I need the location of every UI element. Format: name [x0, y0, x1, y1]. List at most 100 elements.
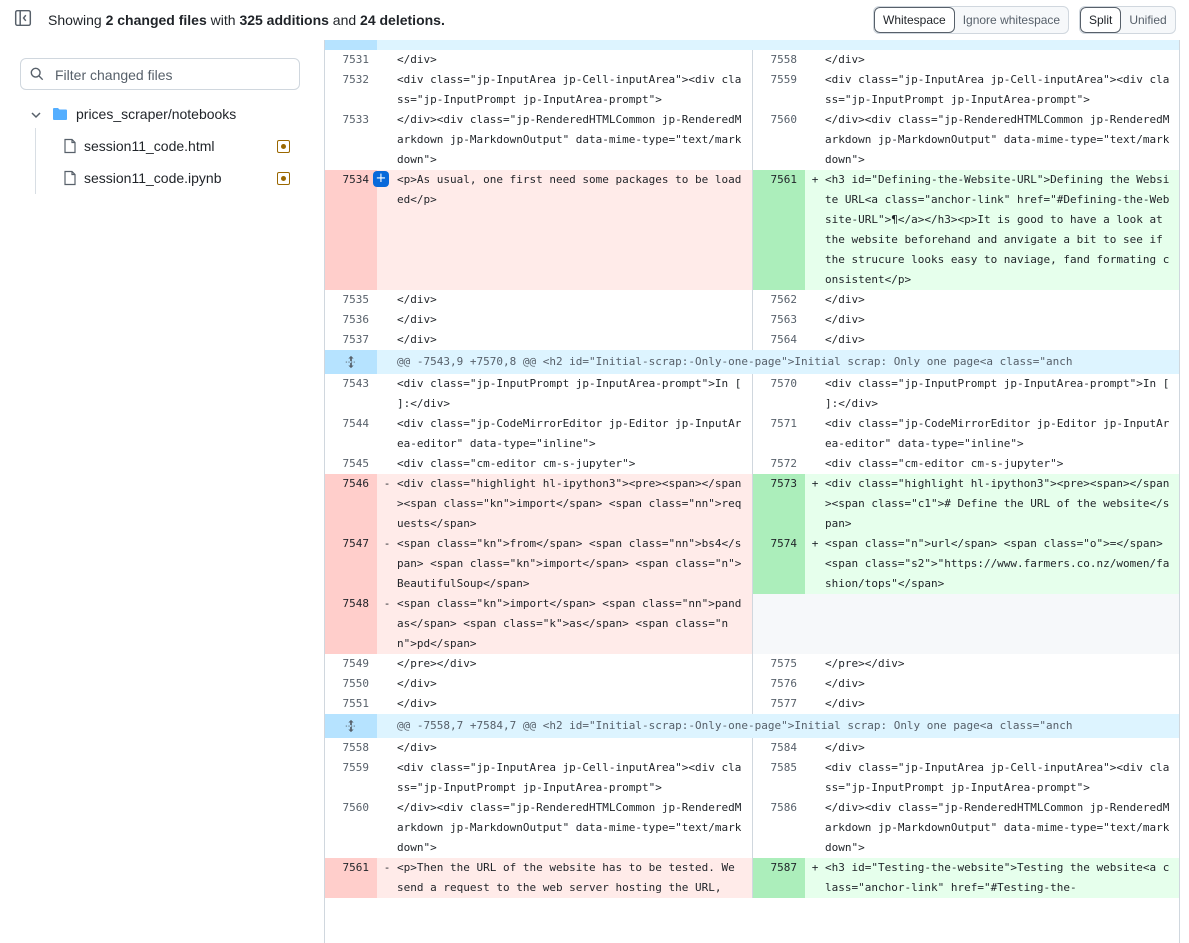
line-number-right[interactable]: 7586	[753, 798, 805, 858]
code-left: <p>As usual, one first need some package…	[397, 173, 742, 206]
sidebar-toggle-icon[interactable]	[14, 9, 32, 27]
line-number-right[interactable]: 7564	[753, 330, 805, 350]
file-item-html[interactable]: session11_code.html	[60, 136, 300, 158]
deletions-count: 24 deletions.	[360, 12, 445, 28]
expand-icon[interactable]	[325, 714, 377, 738]
code-left: <div class="jp-InputPrompt jp-InputArea-…	[397, 377, 748, 410]
line-number-left[interactable]: 7532	[325, 70, 377, 110]
diff-toolbar: Showing 2 changed files with 325 additio…	[0, 0, 1189, 40]
line-number-right[interactable]: 7560	[753, 110, 805, 170]
code-left: <span class="kn">import</span> <span cla…	[397, 597, 742, 650]
line-number-right[interactable]: 7576	[753, 674, 805, 694]
folder-item[interactable]: prices_scraper/notebooks	[28, 104, 298, 126]
deleted-line: 7561- <p>Then the URL of the website has …	[325, 858, 752, 898]
context-line: 7558 </div>	[752, 50, 1179, 70]
diff-sign: +	[811, 477, 819, 490]
code-right: <div class="jp-CodeMirrorEditor jp-Edito…	[825, 417, 1170, 450]
code-right: <h3 id="Defining-the-Website-URL">Defini…	[825, 173, 1170, 286]
line-number-right[interactable]: 7558	[753, 50, 805, 70]
file-item-ipynb[interactable]: session11_code.ipynb	[60, 168, 300, 190]
diff-sign	[805, 454, 825, 474]
line-number-left[interactable]: 7549	[325, 654, 377, 674]
line-number-left[interactable]: 7543	[325, 374, 377, 414]
context-line: 7559 <div class="jp-InputArea jp-Cell-inp…	[325, 758, 752, 798]
add-comment-button[interactable]: +	[373, 171, 389, 187]
line-number-left[interactable]: 7536	[325, 310, 377, 330]
expand-icon[interactable]	[325, 350, 377, 374]
context-line: 7544 <div class="jp-CodeMirrorEditor jp-E…	[325, 414, 752, 454]
diff-row: 7537 </div> 7564 </div>	[325, 330, 1179, 350]
code-right: <div class="highlight hl-ipython3"><pre>…	[825, 477, 1170, 530]
line-number-left[interactable]: 7560	[325, 798, 377, 858]
line-number-right[interactable]: 7570	[753, 374, 805, 414]
line-number-left[interactable]: 7548	[325, 594, 377, 654]
deleted-line: 7548- <span class="kn">import</span> <spa…	[325, 594, 752, 654]
diff-sign	[377, 110, 397, 170]
line-number-right[interactable]: 7574	[753, 534, 805, 594]
line-number-right[interactable]: 7563	[753, 310, 805, 330]
expand-icon[interactable]	[325, 40, 377, 50]
line-number-left[interactable]: 7537	[325, 330, 377, 350]
line-number-right[interactable]: 7584	[753, 738, 805, 758]
diff-sign	[377, 694, 397, 714]
ignore-whitespace-button[interactable]: Ignore whitespace	[955, 7, 1068, 33]
line-number-left[interactable]: 7533	[325, 110, 377, 170]
diff-sign: -	[383, 597, 391, 610]
deleted-line: 7546- <div class="highlight hl-ipython3">…	[325, 474, 752, 534]
line-number-right[interactable]: 7561	[753, 170, 805, 290]
line-number-left[interactable]: 7550	[325, 674, 377, 694]
diff-row: 7550 </div> 7576 </div>	[325, 674, 1179, 694]
diff-sign	[805, 654, 825, 674]
line-number-left[interactable]: 7534 +	[325, 170, 389, 290]
diff-sign	[377, 374, 397, 414]
split-button[interactable]: Split	[1080, 7, 1122, 33]
context-line: 7577 </div>	[752, 694, 1179, 714]
folder-label: prices_scraper/notebooks	[76, 106, 237, 122]
empty-line	[752, 594, 1179, 654]
line-number-right[interactable]: 7572	[753, 454, 805, 474]
unified-button[interactable]: Unified	[1121, 7, 1174, 33]
file-icon	[64, 138, 76, 154]
line-number-left[interactable]: 7535	[325, 290, 377, 310]
line-number-left[interactable]: 7551	[325, 694, 377, 714]
line-number-left[interactable]: 7545	[325, 454, 377, 474]
code-left: </div><div class="jp-RenderedHTMLCommon …	[397, 113, 742, 166]
code-right: </div>	[825, 677, 865, 690]
diff-sign	[805, 414, 825, 454]
diff-sign: -	[377, 170, 397, 290]
diff-sign	[377, 50, 397, 70]
code-left: <div class="jp-InputArea jp-Cell-inputAr…	[397, 73, 742, 106]
diff-row: 7547- <span class="kn">from</span> <span …	[325, 534, 1179, 594]
line-number-right[interactable]: 7571	[753, 414, 805, 454]
diff-sign	[377, 310, 397, 330]
tree-guide-line	[35, 128, 36, 194]
added-line: 7561 + <h3 id="Defining-the-Website-URL">D…	[752, 170, 1179, 290]
modified-file-icon	[277, 140, 290, 153]
line-number-left[interactable]: 7559	[325, 758, 377, 798]
line-number-right[interactable]: 7559	[753, 70, 805, 110]
diff-sign	[377, 798, 397, 858]
diff-row: 7551 </div> 7577 </div>	[325, 694, 1179, 714]
line-number-left[interactable]: 7558	[325, 738, 377, 758]
line-number-right[interactable]: 7575	[753, 654, 805, 674]
line-number-left[interactable]: 7561	[325, 858, 377, 898]
line-number-left[interactable]: 7531	[325, 50, 377, 70]
line-number-right[interactable]: 7585	[753, 758, 805, 798]
filter-files-input[interactable]	[53, 64, 297, 86]
line-number-left[interactable]: 7547	[325, 534, 377, 594]
code-right: </div><div class="jp-RenderedHTMLCommon …	[825, 801, 1170, 854]
context-line: 7575 </pre></div>	[752, 654, 1179, 674]
code-left: <div class="jp-InputArea jp-Cell-inputAr…	[397, 761, 742, 794]
line-number-right[interactable]: 7573	[753, 474, 805, 534]
line-number-right[interactable]: 7587	[753, 858, 805, 898]
line-number-right[interactable]: 7577	[753, 694, 805, 714]
hunk-header-text: @@ -7543,9 +7570,8 @@ <h2 id="Initial-sc…	[397, 355, 1073, 368]
diff-sign	[377, 70, 397, 110]
line-number-left[interactable]: 7544	[325, 414, 377, 454]
code-right: </div>	[825, 313, 865, 326]
whitespace-button[interactable]: Whitespace	[874, 7, 955, 33]
context-line: 7533 </div><div class="jp-RenderedHTMLCom…	[325, 110, 752, 170]
line-number-right[interactable]: 7562	[753, 290, 805, 310]
diff-row: 7533 </div><div class="jp-RenderedHTMLCom…	[325, 110, 1179, 170]
line-number-left[interactable]: 7546	[325, 474, 377, 534]
